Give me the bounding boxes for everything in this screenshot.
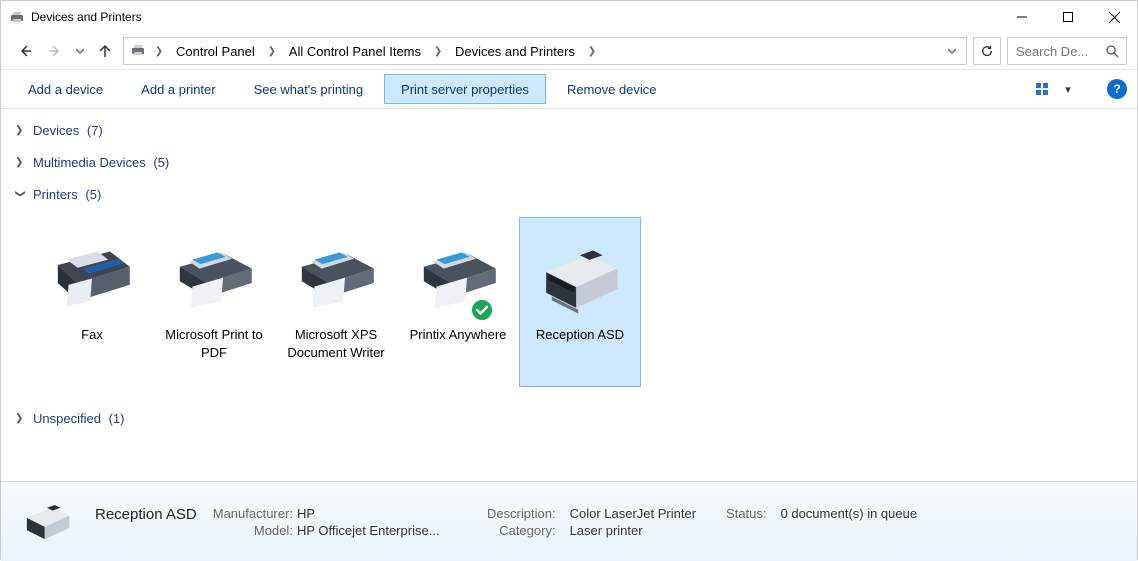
printer-item-ms-print-pdf[interactable]: Microsoft Print to PDF xyxy=(153,217,275,387)
breadcrumb-history-dropdown[interactable] xyxy=(942,47,962,55)
group-label: Multimedia Devices xyxy=(33,155,146,170)
breadcrumb-item-devices-printers[interactable]: Devices and Printers xyxy=(447,38,583,64)
model-label: Model: xyxy=(213,523,297,538)
breadcrumb-root-icon[interactable] xyxy=(128,42,150,61)
printer-icon xyxy=(408,224,508,324)
status-label: Status: xyxy=(726,506,770,523)
search-box[interactable] xyxy=(1007,37,1127,65)
printer-icon xyxy=(286,224,386,324)
group-devices[interactable]: ❯ Devices (7) xyxy=(5,117,1133,143)
printer-label: Microsoft Print to PDF xyxy=(154,324,274,361)
close-button[interactable] xyxy=(1091,1,1137,33)
printer-item-printix[interactable]: Printix Anywhere xyxy=(397,217,519,387)
group-label: Devices xyxy=(33,123,79,138)
printer-item-xps[interactable]: Microsoft XPS Document Writer xyxy=(275,217,397,387)
group-count: (5) xyxy=(85,187,101,202)
view-options-dropdown[interactable]: ▾ xyxy=(1057,78,1079,100)
printer-icon xyxy=(164,224,264,324)
details-title: Reception ASD xyxy=(95,506,203,523)
chevron-right-icon[interactable]: ❯ xyxy=(265,46,279,57)
laser-printer-icon xyxy=(530,224,630,324)
printer-item-reception-asd[interactable]: Reception ASD xyxy=(519,217,641,387)
search-icon[interactable] xyxy=(1104,45,1120,58)
add-printer-button[interactable]: Add a printer xyxy=(124,74,232,104)
chevron-right-icon: ❯ xyxy=(15,413,25,424)
search-input[interactable] xyxy=(1014,43,1104,60)
fax-icon xyxy=(42,224,142,324)
printer-label: Reception ASD xyxy=(532,324,628,344)
status-value: 0 document(s) in queue xyxy=(781,506,918,523)
category-value: Laser printer xyxy=(570,523,696,538)
description-label: Description: xyxy=(487,506,560,523)
details-pane: Reception ASD Manufacturer: HP Descripti… xyxy=(1,481,1137,561)
printer-label: Printix Anywhere xyxy=(406,324,511,344)
chevron-right-icon[interactable]: ❯ xyxy=(431,46,445,57)
print-server-properties-button[interactable]: Print server properties xyxy=(384,74,546,104)
group-unspecified[interactable]: ❯ Unspecified (1) xyxy=(5,405,1133,431)
printer-label: Fax xyxy=(77,324,107,344)
description-value: Color LaserJet Printer xyxy=(570,506,696,523)
remove-device-button[interactable]: Remove device xyxy=(550,74,674,104)
see-printing-button[interactable]: See what's printing xyxy=(237,74,380,104)
chevron-down-icon: ❯ xyxy=(15,189,26,199)
details-thumbnail xyxy=(13,488,81,550)
printer-label: Microsoft XPS Document Writer xyxy=(276,324,396,361)
group-count: (7) xyxy=(87,123,103,138)
recent-dropdown[interactable] xyxy=(73,39,87,63)
breadcrumb[interactable]: ❯ Control Panel ❯ All Control Panel Item… xyxy=(123,37,967,65)
window-title: Devices and Printers xyxy=(31,10,142,24)
chevron-right-icon: ❯ xyxy=(15,157,25,168)
breadcrumb-item-control-panel[interactable]: Control Panel xyxy=(168,38,263,64)
chevron-right-icon[interactable]: ❯ xyxy=(585,46,599,57)
group-multimedia[interactable]: ❯ Multimedia Devices (5) xyxy=(5,149,1133,175)
nav-row: ❯ Control Panel ❯ All Control Panel Item… xyxy=(1,33,1137,69)
back-button[interactable] xyxy=(13,39,37,63)
command-bar: Add a device Add a printer See what's pr… xyxy=(1,69,1137,109)
add-device-button[interactable]: Add a device xyxy=(11,74,120,104)
details-info: Reception ASD Manufacturer: HP Descripti… xyxy=(95,488,1125,555)
minimize-button[interactable] xyxy=(999,1,1045,33)
app-icon xyxy=(9,9,25,25)
group-label: Printers xyxy=(33,187,78,202)
category-label: Category: xyxy=(487,523,560,538)
group-count: (1) xyxy=(109,411,125,426)
content-pane[interactable]: ❯ Devices (7) ❯ Multimedia Devices (5) ❯… xyxy=(1,109,1137,481)
help-button[interactable]: ? xyxy=(1107,79,1127,99)
manufacturer-value: HP xyxy=(297,506,457,523)
chevron-right-icon: ❯ xyxy=(15,125,25,136)
printers-grid: Fax Microsoft Print to PDF xyxy=(5,207,1133,399)
model-value: HP Officejet Enterprise... xyxy=(297,523,457,538)
up-button[interactable] xyxy=(93,39,117,63)
default-check-icon xyxy=(470,298,494,322)
group-label: Unspecified xyxy=(33,411,101,426)
forward-button[interactable] xyxy=(43,39,67,63)
manufacturer-label: Manufacturer: xyxy=(213,506,297,523)
titlebar: Devices and Printers xyxy=(1,1,1137,33)
view-options-button[interactable] xyxy=(1031,78,1053,100)
maximize-button[interactable] xyxy=(1045,1,1091,33)
chevron-right-icon[interactable]: ❯ xyxy=(152,46,166,57)
printer-item-fax[interactable]: Fax xyxy=(31,217,153,387)
breadcrumb-item-all-items[interactable]: All Control Panel Items xyxy=(281,38,429,64)
group-count: (5) xyxy=(153,155,169,170)
refresh-button[interactable] xyxy=(973,37,1001,65)
group-printers[interactable]: ❯ Printers (5) xyxy=(5,181,1133,207)
